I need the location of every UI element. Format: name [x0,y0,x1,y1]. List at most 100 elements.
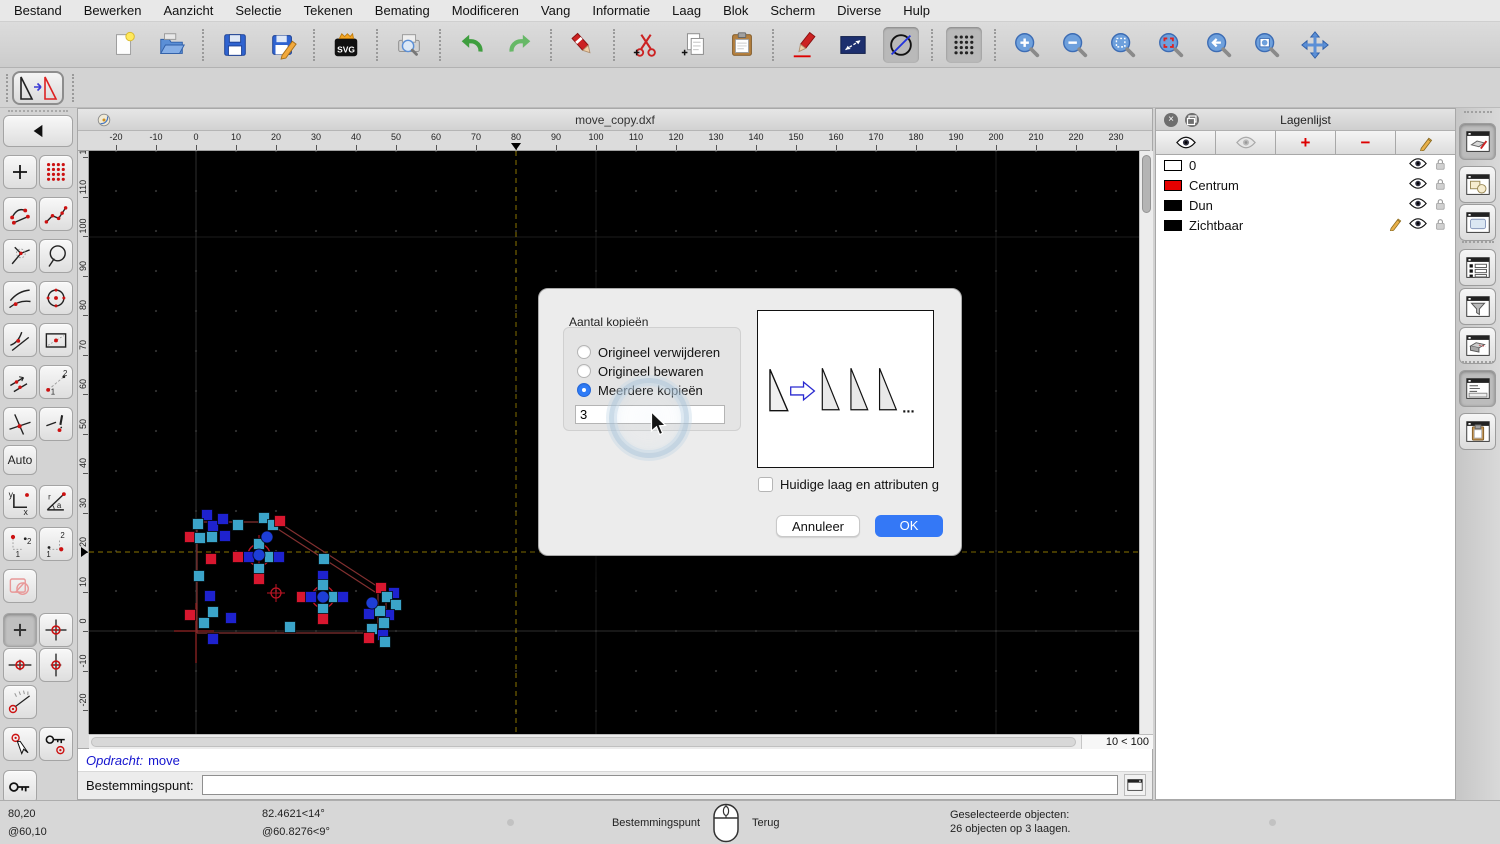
snap-perpendicular-button[interactable] [3,239,37,273]
restrict-shape-button[interactable] [3,569,37,603]
menu-tekenen[interactable]: Tekenen [304,3,353,18]
restrict-horizontal-button[interactable] [3,648,37,682]
zoom-in-button[interactable] [1009,27,1045,63]
horizontal-scrollbar[interactable]: 10 < 100 [89,734,1153,749]
open-file-button[interactable] [154,27,190,63]
radio-origineel-bewaren-icon[interactable] [577,364,591,378]
coord-polar-button[interactable]: ra [39,485,73,519]
snap-center-button[interactable] [39,281,73,315]
menu-hulp[interactable]: Hulp [903,3,930,18]
layer-visibility-icon[interactable] [1409,157,1427,173]
layer-visibility-icon[interactable] [1409,197,1427,213]
layer-visibility-icon[interactable] [1409,217,1427,233]
coord-cartesian-button[interactable]: yx [3,485,37,519]
menu-bemating[interactable]: Bemating [375,3,430,18]
snap-on-entity-button[interactable] [39,197,73,231]
copy-button[interactable] [676,27,712,63]
horizontal-scrollbar-handle[interactable] [91,737,1076,747]
snap-tangent-button[interactable] [3,281,37,315]
redo-button[interactable] [502,27,538,63]
ok-button[interactable]: OK [875,515,943,537]
zoom-selection-button[interactable] [1153,27,1189,63]
layer-attributes-checkbox[interactable] [758,477,773,492]
layer-row-zichtbaar[interactable]: Zichtbaar [1156,215,1455,235]
remove-layer-button[interactable]: − [1336,131,1396,155]
menu-laag[interactable]: Laag [672,3,701,18]
coord-relative-button[interactable]: 12 [3,527,37,561]
dimension-button[interactable] [835,27,871,63]
layer-lock-icon[interactable] [1433,157,1447,174]
radio-option-origineel-verwijderen[interactable]: Origineel verwijderen [577,344,720,360]
view-list-panel-button[interactable] [1459,204,1496,241]
save-button[interactable] [217,27,253,63]
delete-entities-button[interactable] [565,27,601,63]
layer-row-centrum[interactable]: Centrum [1156,175,1455,195]
layer-row-dun[interactable]: Dun [1156,195,1455,215]
add-layer-button[interactable]: + [1276,131,1336,155]
snap-grid-button[interactable] [39,155,73,189]
snap-distance-button[interactable]: 12 [39,365,73,399]
snap-endpoints-button[interactable] [3,197,37,231]
menu-bestand[interactable]: Bestand [14,3,62,18]
print-preview-button[interactable] [391,27,427,63]
cut-button[interactable] [628,27,664,63]
coord-relative-polar-button[interactable]: 12 [39,527,73,561]
layer-row-0[interactable]: 0 [1156,155,1455,175]
menu-selectie[interactable]: Selectie [235,3,281,18]
menu-diverse[interactable]: Diverse [837,3,881,18]
edit-layer-icon[interactable] [1388,216,1403,234]
zoom-auto-button[interactable] [1105,27,1141,63]
menu-aanzicht[interactable]: Aanzicht [164,3,214,18]
move-copy-tool-button[interactable] [12,71,64,105]
command-line-panel-button[interactable] [1459,370,1496,407]
layer-visibility-icon[interactable] [1409,177,1427,193]
snap-reference-button[interactable] [39,323,73,357]
edit-pencil-button[interactable] [787,27,823,63]
library-browser-panel-button[interactable] [1459,327,1496,364]
layer-lock-icon[interactable] [1433,177,1447,194]
document-titlebar[interactable]: move_copy.dxf [78,109,1152,131]
relative-zero-set-button[interactable] [3,770,37,800]
property-editor-panel-button[interactable] [1459,249,1496,286]
restrict-angle-button[interactable] [3,685,37,719]
circle-slash-button[interactable] [883,27,919,63]
menu-bewerken[interactable]: Bewerken [84,3,142,18]
layer-lock-icon[interactable] [1433,217,1447,234]
paste-button[interactable] [724,27,760,63]
back-button[interactable] [3,115,73,147]
zoom-out-button[interactable] [1057,27,1093,63]
restrict-vertical-button[interactable] [39,648,73,682]
block-list-panel-button[interactable] [1459,166,1496,203]
layer-lock-icon[interactable] [1433,197,1447,214]
layer-list-panel-button[interactable] [1459,123,1496,160]
pan-button[interactable] [1297,27,1333,63]
pick-coordinate-button[interactable] [3,727,37,761]
show-all-layers-button[interactable] [1156,131,1216,155]
command-input[interactable] [202,775,1118,795]
snap-free-button[interactable] [3,155,37,189]
clipboard-panel-button[interactable] [1459,413,1496,450]
command-window-button[interactable] [1124,774,1146,796]
grid-toggle-button[interactable] [946,27,982,63]
menu-blok[interactable]: Blok [723,3,748,18]
zoom-window-button[interactable] [1249,27,1285,63]
cancel-button[interactable]: Annuleer [776,515,860,537]
menu-informatie[interactable]: Informatie [592,3,650,18]
rename-layer-button[interactable] [1396,131,1455,155]
new-document-button[interactable] [106,27,142,63]
snap-intersection-button[interactable] [3,407,37,441]
vertical-scrollbar[interactable] [1139,151,1153,734]
undo-button[interactable] [454,27,490,63]
restrict-off-button[interactable] [3,613,37,647]
snap-nearest-button[interactable] [3,323,37,357]
svg-export-button[interactable]: SVG [328,27,364,63]
radio-origineel-verwijderen-icon[interactable] [577,345,591,359]
snap-intersection-manual-button[interactable] [39,407,73,441]
restrict-orthogonal-button[interactable] [39,613,73,647]
snap-auto-button[interactable]: Auto [3,445,37,475]
hide-all-layers-button[interactable] [1216,131,1276,155]
snap-parallel-button[interactable] [3,365,37,399]
menu-vang[interactable]: Vang [541,3,570,18]
save-as-button[interactable] [265,27,301,63]
menu-modificeren[interactable]: Modificeren [452,3,519,18]
